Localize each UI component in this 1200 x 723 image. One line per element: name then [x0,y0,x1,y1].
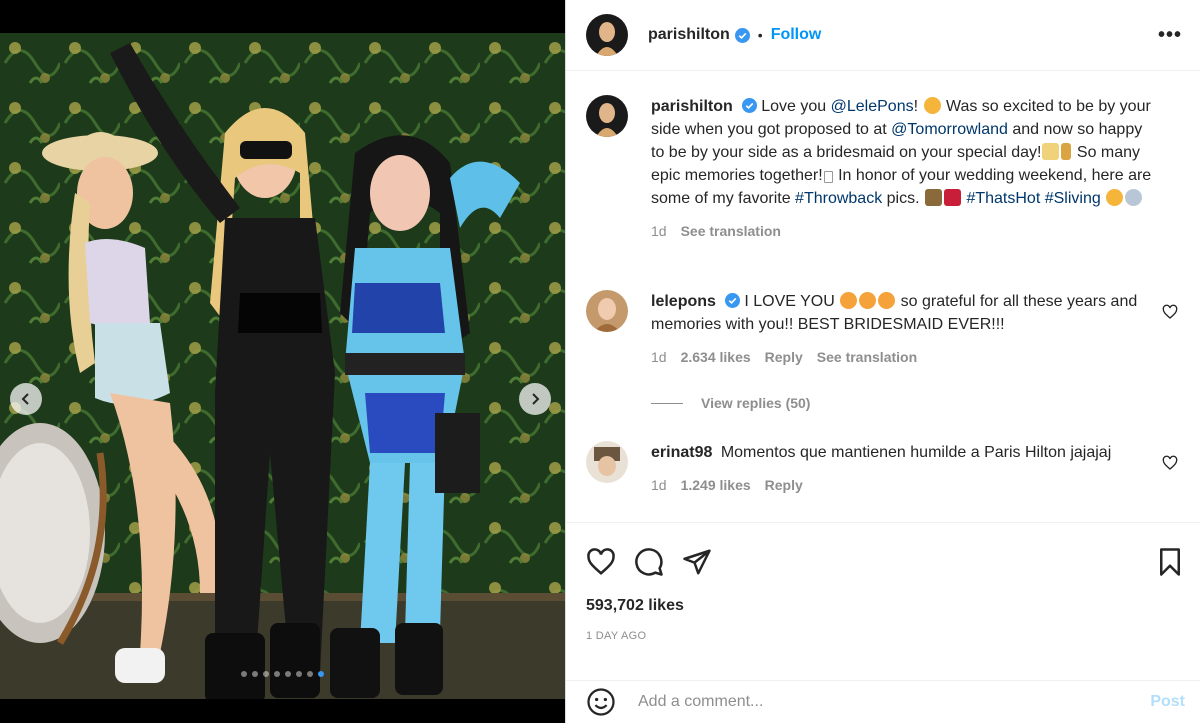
caption-username[interactable]: parishilton [651,98,733,115]
comment-icon[interactable] [634,547,664,577]
carousel-dot [296,671,302,677]
carousel-dot [241,671,247,677]
reply-button[interactable]: Reply [765,346,803,369]
comment-username[interactable]: erinat98 [651,444,712,461]
smiling-hearts-emoji-icon [1106,189,1124,206]
comments-section: parishilton Love you @LelePons! Was so e… [566,72,1200,522]
hashtag-link[interactable]: #Throwback [795,190,882,207]
view-replies-button[interactable]: View replies (50) [651,395,810,411]
carousel-prev-button[interactable] [10,383,42,415]
post-author-username[interactable]: parishilton [648,26,730,44]
comment-likes[interactable]: 1.249 likes [681,474,751,497]
avatar[interactable] [586,14,628,56]
post-media [0,0,565,723]
caption-text: Love you [761,98,831,115]
comment-body: lelepons I LOVE YOU so grateful for all … [651,290,1156,369]
post-details-panel: parishilton • Follow ••• parishilton Lov… [565,0,1200,723]
carousel-dot [274,671,280,677]
comment-text: I LOVE YOU [744,293,840,310]
key-emoji-icon [1061,143,1072,160]
caption-body: parishilton Love you @LelePons! Was so e… [651,95,1156,243]
mention-link[interactable]: @LelePons [831,98,914,115]
comment-input[interactable] [638,693,1151,711]
post-photo-illustration [0,33,565,699]
post-actions-bar [566,522,1200,600]
bride-emoji-icon [1042,143,1060,160]
comment-meta: 1d 2.634 likes Reply See translation [651,346,1156,369]
smiling-hearts-emoji-icon [923,97,941,114]
broken-heart-emoji-icon [944,189,961,206]
post-header: parishilton • Follow ••• [566,0,1200,71]
caption-time[interactable]: 1d [651,220,667,243]
add-comment-bar: Post [566,680,1200,723]
divider [651,402,683,404]
hashtag-link[interactable]: #Sliving [1045,190,1101,207]
post-photo[interactable] [0,33,565,699]
see-translation-button[interactable]: See translation [817,346,917,369]
follow-button[interactable]: Follow [771,26,822,44]
comment-like-heart-icon[interactable] [1162,455,1178,471]
ring-emoji-icon [1125,189,1143,206]
see-translation-button[interactable]: See translation [681,220,781,243]
verified-badge-icon [724,293,740,308]
heart-eyes-emoji-icon [878,292,896,309]
avatar[interactable] [586,95,628,137]
verified-badge-icon [741,98,757,113]
missing-glyph-icon [823,171,833,183]
bookmark-icon[interactable] [1155,547,1185,577]
share-icon[interactable] [682,547,712,577]
caption-meta: 1d See translation [651,220,1156,243]
carousel-dot [285,671,291,677]
couple-emoji-icon [925,189,942,206]
comment-time[interactable]: 1d [651,474,667,497]
hashtag-link[interactable]: #ThatsHot [966,190,1040,207]
more-options-icon[interactable]: ••• [1158,24,1182,47]
avatar[interactable] [586,441,628,483]
comment-username[interactable]: lelepons [651,293,716,310]
smiley-icon[interactable] [586,687,616,717]
comment-body: erinat98 Momentos que mantienen humilde … [651,441,1156,497]
heart-eyes-emoji-icon [840,292,858,309]
mention-link[interactable]: @Tomorrowland [891,121,1008,138]
chevron-left-icon [21,393,29,405]
caption-text: ! [913,98,919,115]
comment-text: Momentos que mantienen humilde a Paris H… [720,444,1112,461]
avatar[interactable] [586,290,628,332]
likes-count[interactable]: 593,702 likes [586,597,684,615]
comment-time[interactable]: 1d [651,346,667,369]
carousel-dot [318,671,324,677]
carousel-dot [252,671,258,677]
carousel-indicators [0,671,565,677]
post-timestamp[interactable]: 1 DAY AGO [586,630,646,642]
carousel-next-button[interactable] [519,383,551,415]
carousel-dot [307,671,313,677]
comment-meta: 1d 1.249 likes Reply [651,474,1156,497]
heart-icon[interactable] [586,547,616,577]
carousel-dot [263,671,269,677]
chevron-right-icon [532,393,540,405]
comment-likes[interactable]: 2.634 likes [681,346,751,369]
heart-eyes-emoji-icon [859,292,877,309]
separator-dot: • [757,27,763,43]
comment-like-heart-icon[interactable] [1162,304,1178,320]
caption-text: pics. [886,190,924,207]
reply-button[interactable]: Reply [765,474,803,497]
verified-badge-icon [734,27,750,43]
view-replies-label: View replies (50) [701,395,811,411]
post-comment-button[interactable]: Post [1150,693,1185,711]
